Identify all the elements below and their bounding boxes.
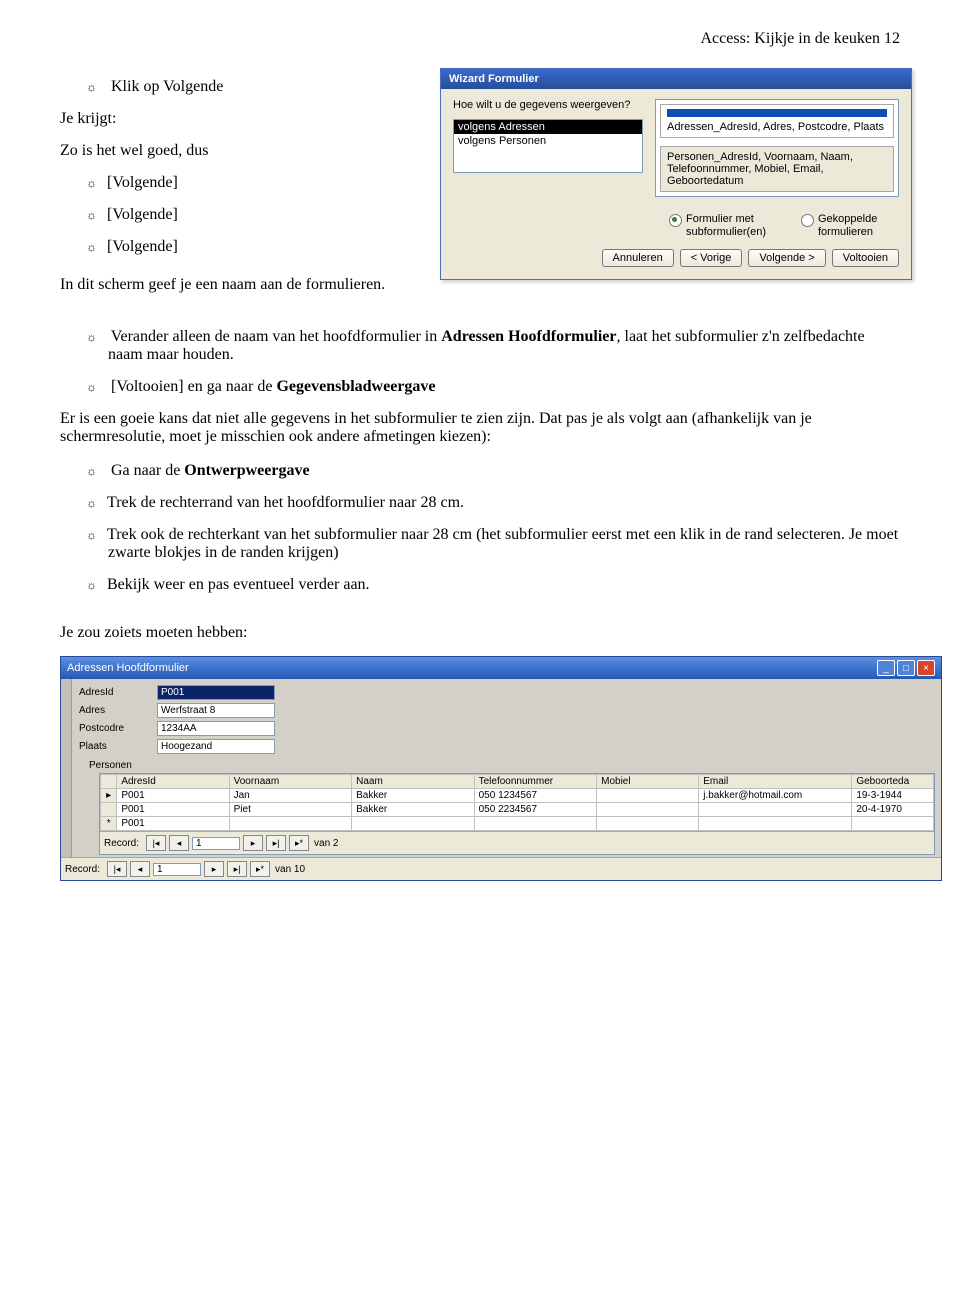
wizard-dialog: Wizard Formulier Hoe wilt u de gegevens … — [440, 68, 912, 280]
wizard-list-item[interactable]: volgens Personen — [454, 134, 642, 148]
nav-new-icon[interactable]: ▸* — [289, 835, 309, 851]
field-plaats[interactable] — [157, 739, 275, 754]
step-volgende-1: [Volgende] — [86, 174, 420, 192]
nav-prev-icon[interactable]: ◂ — [130, 861, 150, 877]
step-volgende-2: [Volgende] — [86, 206, 420, 224]
text-zo-goed: Zo is het wel goed, dus — [60, 142, 420, 160]
table-row[interactable]: ▸ P001 Jan Bakker 050 1234567 j.bakker@h… — [101, 789, 934, 803]
form-screenshot: Adressen Hoofdformulier _ □ × AdresId Ad… — [60, 656, 942, 881]
nav-first-icon[interactable]: |◂ — [107, 861, 127, 877]
table-header-row: AdresId Voornaam Naam Telefoonnummer Mob… — [101, 775, 934, 789]
subform-personen[interactable]: AdresId Voornaam Naam Telefoonnummer Mob… — [99, 773, 935, 855]
radio-dot-icon — [669, 214, 682, 227]
back-button[interactable]: < Vorige — [680, 249, 743, 267]
nav-next-icon[interactable]: ▸ — [204, 861, 224, 877]
radio-linked[interactable]: Gekoppelde formulieren — [801, 213, 893, 239]
nav-current-input[interactable] — [192, 837, 240, 850]
table-row[interactable]: P001 Piet Bakker 050 2234567 20-4-1970 — [101, 803, 934, 817]
close-icon[interactable]: × — [917, 660, 935, 676]
text-goeie-kans: Er is een goeie kans dat niet alle gegev… — [60, 410, 900, 446]
step-rechterrand: Trek de rechterrand van het hoofdformuli… — [86, 494, 900, 512]
label-postcode: Postcodre — [79, 723, 157, 734]
record-selector[interactable] — [61, 679, 72, 857]
text-naam-formulieren: In dit scherm geef je een naam aan de fo… — [60, 276, 420, 294]
wizard-list[interactable]: volgens Adressen volgens Personen — [453, 119, 643, 173]
nav-last-icon[interactable]: ▸| — [227, 861, 247, 877]
nav-first-icon[interactable]: |◂ — [146, 835, 166, 851]
preview-main-form: Adressen_AdresId, Adres, Postcodre, Plaa… — [660, 104, 894, 138]
text-je-krijgt: Je krijgt: — [60, 110, 420, 128]
table-row-new[interactable]: * P001 — [101, 817, 934, 831]
cancel-button[interactable]: Annuleren — [602, 249, 674, 267]
step-bekijk: Bekijk weer en pas eventueel verder aan. — [86, 576, 900, 594]
minimize-icon[interactable]: _ — [877, 660, 895, 676]
record-nav-inner[interactable]: Record: |◂ ◂ ▸ ▸| ▸* van 2 — [100, 831, 934, 854]
label-adresid: AdresId — [79, 687, 157, 698]
step-klik-volgende: Klik op Volgende — [86, 78, 420, 96]
step-ontwerpweergave: Ga naar de Ontwerpweergave — [86, 462, 900, 480]
record-nav-outer[interactable]: Record: |◂ ◂ ▸ ▸| ▸* van 10 — [61, 857, 941, 880]
field-postcode[interactable] — [157, 721, 275, 736]
maximize-icon[interactable]: □ — [897, 660, 915, 676]
page-header: Access: Kijkje in de keuken 12 — [60, 30, 900, 48]
nav-current-input[interactable] — [153, 863, 201, 876]
wizard-title: Wizard Formulier — [441, 69, 911, 89]
nav-prev-icon[interactable]: ◂ — [169, 835, 189, 851]
radio-subform[interactable]: Formulier met subformulier(en) — [669, 213, 761, 239]
next-button[interactable]: Volgende > — [748, 249, 825, 267]
preview-sub-form: Personen_AdresId, Voornaam, Naam, Telefo… — [660, 146, 894, 192]
label-plaats: Plaats — [79, 741, 157, 752]
finish-button[interactable]: Voltooien — [832, 249, 899, 267]
nav-last-icon[interactable]: ▸| — [266, 835, 286, 851]
step-subform-rand: Trek ook de rechterkant van het subformu… — [86, 526, 900, 562]
nav-new-icon[interactable]: ▸* — [250, 861, 270, 877]
step-volgende-3: [Volgende] — [86, 238, 420, 256]
step-voltooien: [Voltooien] en ga naar de Gegevensbladwe… — [86, 378, 900, 396]
form-window-title: Adressen Hoofdformulier — [67, 662, 189, 674]
wizard-question: Hoe wilt u de gegevens weergeven? — [453, 99, 643, 111]
field-adres[interactable] — [157, 703, 275, 718]
label-personen: Personen — [89, 760, 935, 771]
wizard-list-item-selected[interactable]: volgens Adressen — [454, 120, 642, 134]
nav-next-icon[interactable]: ▸ — [243, 835, 263, 851]
field-adresid[interactable] — [157, 685, 275, 700]
text-closing: Je zou zoiets moeten hebben: — [60, 624, 900, 642]
step-verander-naam: Verander alleen de naam van het hoofdfor… — [86, 328, 900, 364]
label-adres: Adres — [79, 705, 157, 716]
radio-dot-icon — [801, 214, 814, 227]
